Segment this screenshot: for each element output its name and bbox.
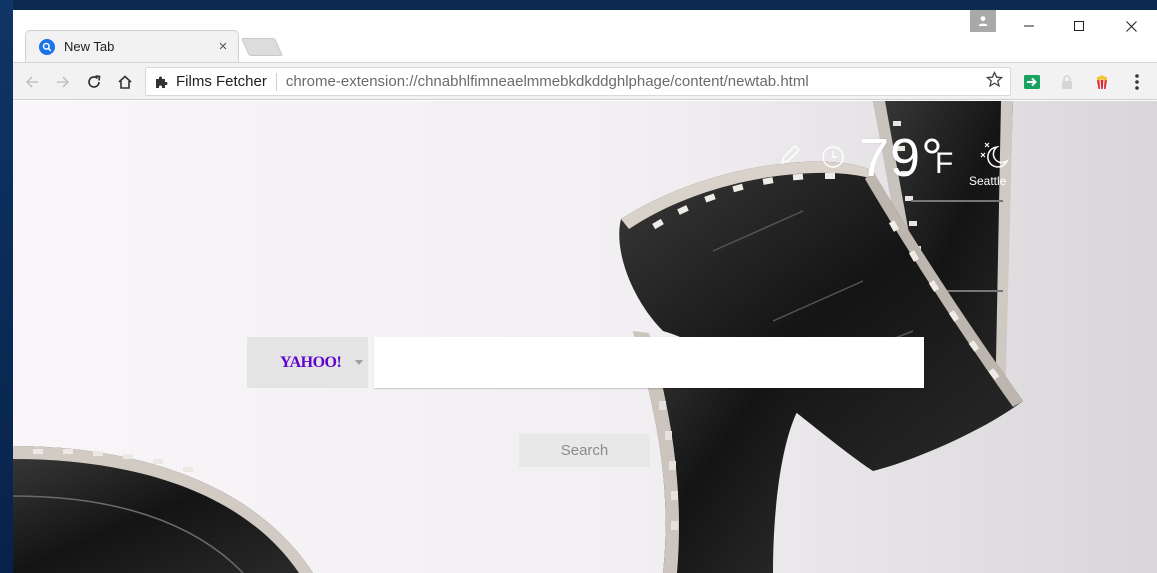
close-window-button[interactable] [1108, 10, 1154, 42]
back-button[interactable] [22, 72, 42, 92]
menu-button[interactable] [1127, 72, 1147, 92]
search-input[interactable] [374, 337, 924, 388]
home-button[interactable] [115, 72, 135, 92]
moon-night-icon [980, 142, 1009, 168]
search-icon [39, 38, 55, 55]
weather-widget[interactable]: 79° F Seattle [773, 127, 1023, 188]
bookmark-star-icon[interactable] [982, 70, 1006, 93]
address-bar[interactable]: Films Fetcher chrome-extension://chnabhl… [145, 67, 1011, 96]
tab-title: New Tab [64, 39, 115, 54]
yahoo-logo: YAHOO! [280, 353, 342, 371]
kebab-menu-icon [1135, 74, 1139, 90]
maximize-icon [1074, 21, 1084, 31]
forward-button[interactable] [53, 72, 73, 92]
minimize-button[interactable] [1006, 10, 1052, 42]
lock-icon [1062, 75, 1072, 89]
close-icon [1125, 20, 1137, 32]
weather-city: Seattle [969, 174, 1007, 188]
reload-icon [88, 75, 101, 88]
new-tab-page: 79° F Seattle YAHOO! Search [13, 101, 1157, 573]
url-text[interactable]: chrome-extension://chnabhlfimneaelmmebkd… [286, 73, 982, 90]
extension-lock[interactable] [1057, 72, 1077, 92]
site-name: Films Fetcher [176, 72, 277, 91]
profile-button[interactable] [970, 10, 996, 32]
weather-temperature: 79° [859, 128, 944, 188]
clock-icon[interactable] [821, 145, 845, 169]
search-engine-selector[interactable]: YAHOO! [247, 337, 368, 388]
desktop-background [0, 0, 13, 573]
browser-toolbar: Films Fetcher chrome-extension://chnabhl… [13, 62, 1157, 100]
reload-button[interactable] [84, 72, 104, 92]
new-tab-button[interactable] [240, 38, 284, 56]
weather-unit: F [935, 147, 954, 180]
pencil-icon[interactable] [778, 143, 802, 167]
person-icon [978, 16, 988, 26]
puzzle-piece-icon [156, 76, 168, 88]
popcorn-icon [1097, 75, 1107, 90]
maximize-button[interactable] [1056, 10, 1102, 42]
green-arrow-icon [1024, 75, 1040, 89]
browser-window: New Tab × Films Fetcher chrome-extension… [13, 10, 1157, 573]
tab-new-tab[interactable]: New Tab × [25, 30, 239, 62]
home-icon [118, 75, 132, 89]
tab-strip: New Tab × [13, 10, 1157, 62]
arrow-right-icon [57, 76, 70, 88]
chevron-down-icon [355, 360, 364, 365]
extension-popcorn[interactable] [1092, 72, 1112, 92]
extension-green-arrow[interactable] [1022, 72, 1042, 92]
minimize-icon [1024, 25, 1034, 27]
arrow-left-icon [25, 76, 38, 88]
search-button[interactable]: Search [519, 434, 650, 467]
tab-close-icon[interactable]: × [212, 38, 234, 55]
